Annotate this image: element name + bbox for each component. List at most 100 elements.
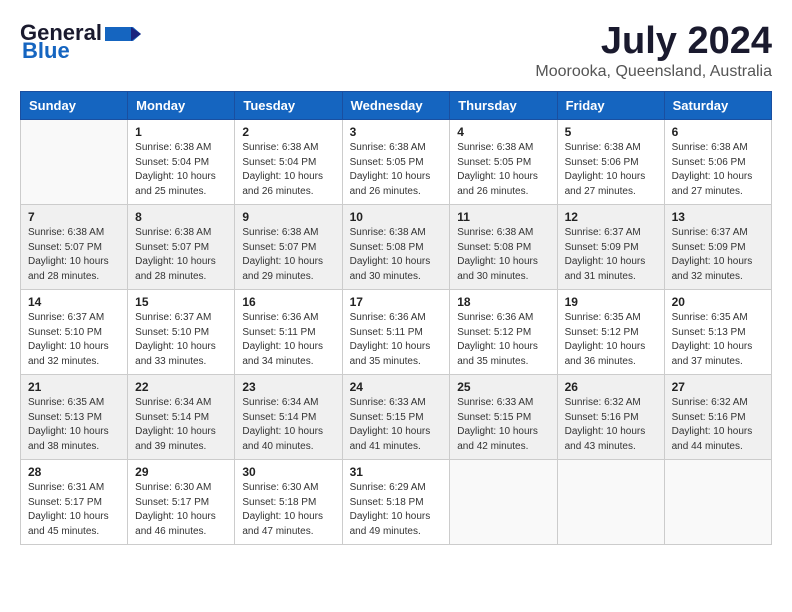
- calendar-week-row: 28 Sunrise: 6:31 AMSunset: 5:17 PMDayligh…: [21, 460, 772, 545]
- calendar-cell: 25Sunrise: 6:33 AMSunset: 5:15 PMDayligh…: [450, 375, 557, 460]
- day-info: Sunrise: 6:38 AMSunset: 5:06 PMDaylight:…: [565, 141, 657, 199]
- day-number: 31: [350, 465, 443, 479]
- day-info: Sunrise: 6:38 AMSunset: 5:05 PMDaylight:…: [350, 141, 443, 199]
- day-info: Sunrise: 6:32 AMSunset: 5:16 PMDaylight:…: [565, 396, 657, 454]
- day-number: 14: [28, 295, 120, 309]
- day-number: 18: [457, 295, 549, 309]
- day-header-friday: Friday: [557, 92, 664, 120]
- day-info: Sunrise: 6:37 AMSunset: 5:10 PMDaylight:…: [28, 311, 120, 369]
- calendar-cell: 5 Sunrise: 6:38 AMSunset: 5:06 PMDaylight…: [557, 120, 664, 205]
- logo-flag-icon: [105, 23, 141, 45]
- day-number: 3: [350, 125, 443, 139]
- day-info: Sunrise: 6:37 AMSunset: 5:09 PMDaylight:…: [672, 226, 764, 284]
- calendar-cell: 8 Sunrise: 6:38 AMSunset: 5:07 PMDaylight…: [128, 205, 235, 290]
- day-number: 11: [457, 210, 549, 224]
- calendar-cell: 12 Sunrise: 6:37 AMSunset: 5:09 PMDayligh…: [557, 205, 664, 290]
- day-info: Sunrise: 6:34 AMSunset: 5:14 PMDaylight:…: [242, 396, 334, 454]
- calendar-cell: 17 Sunrise: 6:36 AMSunset: 5:11 PMDayligh…: [342, 290, 450, 375]
- day-info: Sunrise: 6:35 AMSunset: 5:13 PMDaylight:…: [672, 311, 764, 369]
- calendar-cell: 24Sunrise: 6:33 AMSunset: 5:15 PMDayligh…: [342, 375, 450, 460]
- calendar-cell: 13Sunrise: 6:37 AMSunset: 5:09 PMDayligh…: [664, 205, 771, 290]
- day-info: Sunrise: 6:32 AMSunset: 5:16 PMDaylight:…: [672, 396, 764, 454]
- day-number: 26: [565, 380, 657, 394]
- day-number: 29: [135, 465, 227, 479]
- calendar-cell: 3 Sunrise: 6:38 AMSunset: 5:05 PMDaylight…: [342, 120, 450, 205]
- calendar-cell: 29 Sunrise: 6:30 AMSunset: 5:17 PMDayligh…: [128, 460, 235, 545]
- day-header-tuesday: Tuesday: [235, 92, 342, 120]
- calendar-cell: 19 Sunrise: 6:35 AMSunset: 5:12 PMDayligh…: [557, 290, 664, 375]
- calendar-week-row: 21 Sunrise: 6:35 AMSunset: 5:13 PMDayligh…: [21, 375, 772, 460]
- day-number: 20: [672, 295, 764, 309]
- day-number: 21: [28, 380, 120, 394]
- day-info: Sunrise: 6:38 AMSunset: 5:07 PMDaylight:…: [28, 226, 120, 284]
- day-info: Sunrise: 6:35 AMSunset: 5:13 PMDaylight:…: [28, 396, 120, 454]
- calendar-week-row: 14 Sunrise: 6:37 AMSunset: 5:10 PMDayligh…: [21, 290, 772, 375]
- page-header: General Blue July 2024 Moorooka, Queensl…: [20, 20, 772, 81]
- day-info: Sunrise: 6:37 AMSunset: 5:09 PMDaylight:…: [565, 226, 657, 284]
- calendar-cell: 22Sunrise: 6:34 AMSunset: 5:14 PMDayligh…: [128, 375, 235, 460]
- day-number: 4: [457, 125, 549, 139]
- day-info: Sunrise: 6:36 AMSunset: 5:11 PMDaylight:…: [350, 311, 443, 369]
- day-number: 12: [565, 210, 657, 224]
- calendar-cell: 27 Sunrise: 6:32 AMSunset: 5:16 PMDayligh…: [664, 375, 771, 460]
- calendar-cell: 31 Sunrise: 6:29 AMSunset: 5:18 PMDayligh…: [342, 460, 450, 545]
- day-header-wednesday: Wednesday: [342, 92, 450, 120]
- calendar-week-row: 1 Sunrise: 6:38 AMSunset: 5:04 PMDaylight…: [21, 120, 772, 205]
- day-info: Sunrise: 6:38 AMSunset: 5:05 PMDaylight:…: [457, 141, 549, 199]
- calendar-cell: 11 Sunrise: 6:38 AMSunset: 5:08 PMDayligh…: [450, 205, 557, 290]
- day-info: Sunrise: 6:38 AMSunset: 5:04 PMDaylight:…: [242, 141, 334, 199]
- day-info: Sunrise: 6:38 AMSunset: 5:07 PMDaylight:…: [242, 226, 334, 284]
- day-header-saturday: Saturday: [664, 92, 771, 120]
- day-info: Sunrise: 6:30 AMSunset: 5:17 PMDaylight:…: [135, 481, 227, 539]
- day-number: 28: [28, 465, 120, 479]
- calendar-cell: 14 Sunrise: 6:37 AMSunset: 5:10 PMDayligh…: [21, 290, 128, 375]
- day-header-monday: Monday: [128, 92, 235, 120]
- logo-blue-text: Blue: [22, 38, 70, 64]
- day-number: 25: [457, 380, 549, 394]
- day-number: 24: [350, 380, 443, 394]
- month-year-title: July 2024: [535, 20, 772, 63]
- day-number: 10: [350, 210, 443, 224]
- calendar-cell: 28 Sunrise: 6:31 AMSunset: 5:17 PMDayligh…: [21, 460, 128, 545]
- day-info: Sunrise: 6:36 AMSunset: 5:12 PMDaylight:…: [457, 311, 549, 369]
- day-number: 8: [135, 210, 227, 224]
- day-number: 19: [565, 295, 657, 309]
- calendar-cell: 16Sunrise: 6:36 AMSunset: 5:11 PMDayligh…: [235, 290, 342, 375]
- day-number: 7: [28, 210, 120, 224]
- day-info: Sunrise: 6:38 AMSunset: 5:06 PMDaylight:…: [672, 141, 764, 199]
- calendar-cell: 21 Sunrise: 6:35 AMSunset: 5:13 PMDayligh…: [21, 375, 128, 460]
- calendar-week-row: 7 Sunrise: 6:38 AMSunset: 5:07 PMDaylight…: [21, 205, 772, 290]
- day-info: Sunrise: 6:29 AMSunset: 5:18 PMDaylight:…: [350, 481, 443, 539]
- day-info: Sunrise: 6:36 AMSunset: 5:11 PMDaylight:…: [242, 311, 334, 369]
- day-number: 9: [242, 210, 334, 224]
- day-info: Sunrise: 6:38 AMSunset: 5:08 PMDaylight:…: [350, 226, 443, 284]
- day-info: Sunrise: 6:38 AMSunset: 5:07 PMDaylight:…: [135, 226, 227, 284]
- day-number: 5: [565, 125, 657, 139]
- calendar-cell: 4 Sunrise: 6:38 AMSunset: 5:05 PMDaylight…: [450, 120, 557, 205]
- calendar-cell: 6 Sunrise: 6:38 AMSunset: 5:06 PMDaylight…: [664, 120, 771, 205]
- day-number: 6: [672, 125, 764, 139]
- day-info: Sunrise: 6:35 AMSunset: 5:12 PMDaylight:…: [565, 311, 657, 369]
- calendar-cell: 18 Sunrise: 6:36 AMSunset: 5:12 PMDayligh…: [450, 290, 557, 375]
- day-number: 15: [135, 295, 227, 309]
- day-number: 17: [350, 295, 443, 309]
- title-section: July 2024 Moorooka, Queensland, Australi…: [535, 20, 772, 81]
- day-number: 1: [135, 125, 227, 139]
- day-number: 27: [672, 380, 764, 394]
- calendar-cell: 1 Sunrise: 6:38 AMSunset: 5:04 PMDaylight…: [128, 120, 235, 205]
- calendar-cell: 10 Sunrise: 6:38 AMSunset: 5:08 PMDayligh…: [342, 205, 450, 290]
- calendar-table: SundayMondayTuesdayWednesdayThursdayFrid…: [20, 91, 772, 545]
- day-info: Sunrise: 6:38 AMSunset: 5:04 PMDaylight:…: [135, 141, 227, 199]
- calendar-cell: [664, 460, 771, 545]
- day-number: 23: [242, 380, 334, 394]
- day-info: Sunrise: 6:38 AMSunset: 5:08 PMDaylight:…: [457, 226, 549, 284]
- day-number: 22: [135, 380, 227, 394]
- calendar-cell: 7 Sunrise: 6:38 AMSunset: 5:07 PMDaylight…: [21, 205, 128, 290]
- calendar-cell: 15Sunrise: 6:37 AMSunset: 5:10 PMDayligh…: [128, 290, 235, 375]
- calendar-cell: 2Sunrise: 6:38 AMSunset: 5:04 PMDaylight…: [235, 120, 342, 205]
- logo: General Blue: [20, 20, 141, 64]
- calendar-cell: 26 Sunrise: 6:32 AMSunset: 5:16 PMDayligh…: [557, 375, 664, 460]
- day-info: Sunrise: 6:31 AMSunset: 5:17 PMDaylight:…: [28, 481, 120, 539]
- day-header-sunday: Sunday: [21, 92, 128, 120]
- calendar-cell: 9 Sunrise: 6:38 AMSunset: 5:07 PMDaylight…: [235, 205, 342, 290]
